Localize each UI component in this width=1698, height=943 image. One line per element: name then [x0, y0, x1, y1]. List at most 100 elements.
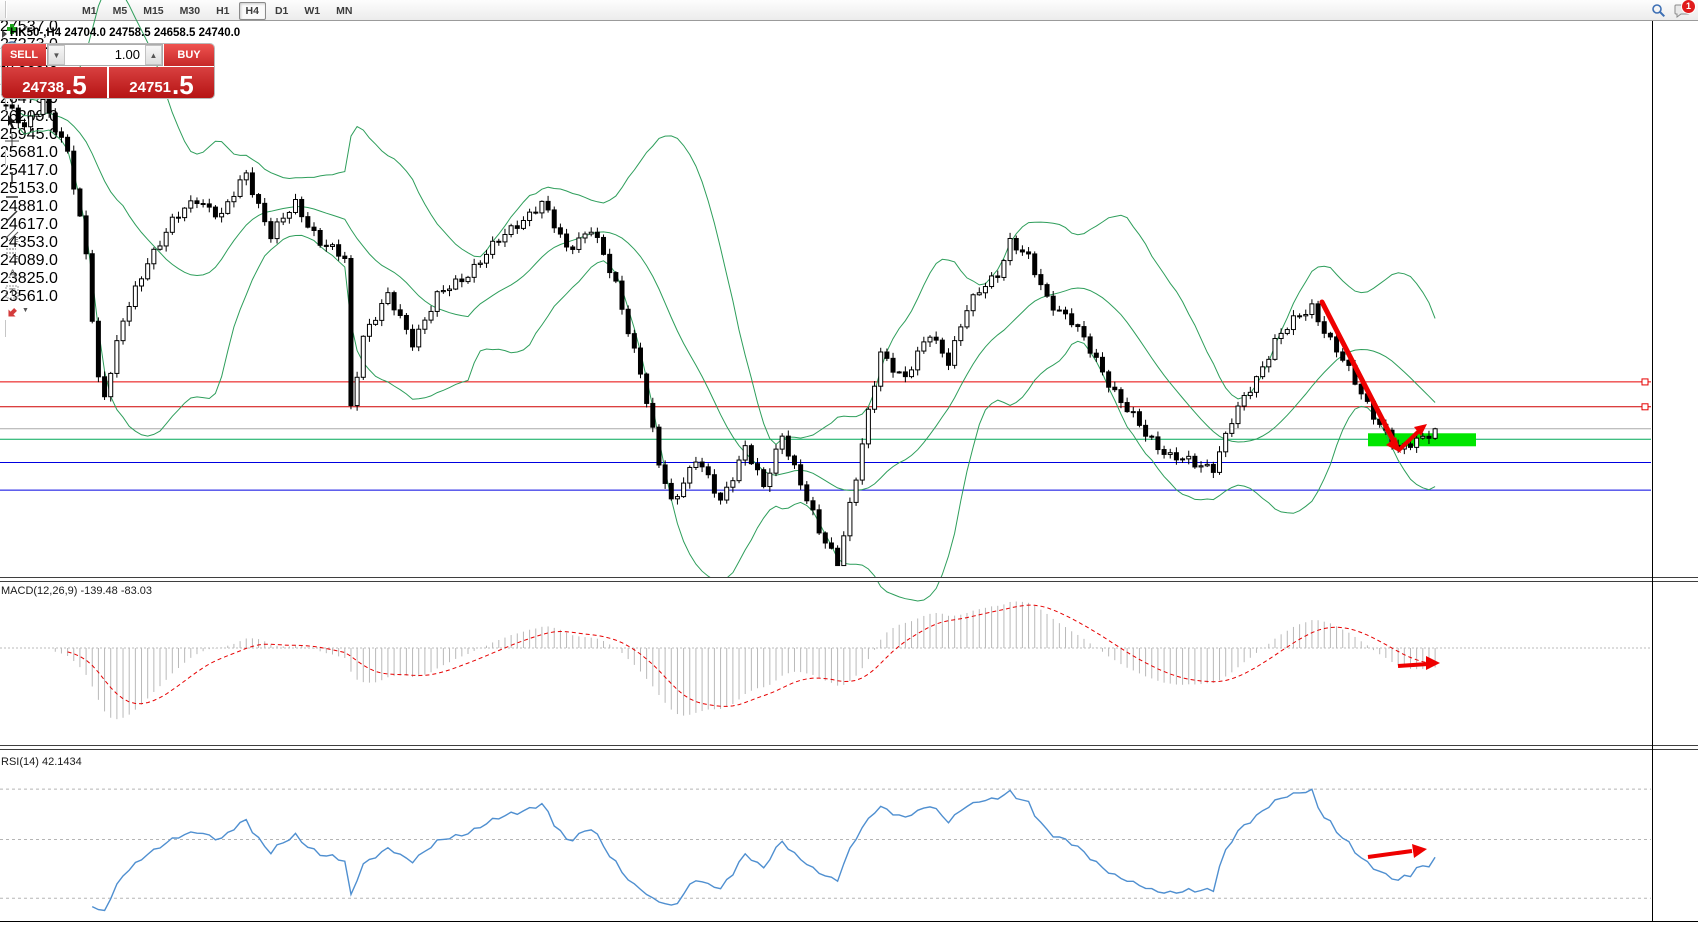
candle — [127, 306, 131, 321]
sell-price[interactable]: 24738.5 — [2, 67, 107, 98]
candle — [743, 446, 747, 460]
candle — [1144, 425, 1148, 436]
candle — [706, 467, 710, 475]
candle — [1205, 464, 1209, 465]
level-anchor — [1642, 379, 1648, 385]
candle — [1076, 325, 1080, 327]
candle — [294, 200, 298, 213]
candle — [4, 105, 8, 106]
candle — [103, 377, 107, 397]
candle — [1168, 453, 1172, 455]
candle — [1273, 338, 1277, 359]
buy-button[interactable]: BUY — [164, 44, 214, 66]
macd-label: MACD(12,26,9) -139.48 -83.03 — [1, 585, 152, 597]
candle — [349, 259, 353, 406]
buy-price-frac: .5 — [172, 74, 194, 96]
candle — [1131, 412, 1135, 413]
candle — [1248, 392, 1252, 395]
rsi-panel-separator[interactable] — [0, 745, 1698, 750]
candle — [540, 201, 544, 213]
candle — [423, 320, 427, 329]
candle — [232, 196, 236, 201]
candle — [638, 348, 642, 374]
candle — [72, 151, 76, 189]
candle — [971, 295, 975, 311]
chart-canvas[interactable] — [0, 0, 1698, 943]
candle — [577, 238, 581, 249]
chart-symbol-title: HK50-,H4 24704.0 24758.5 24658.5 24740.0 — [10, 27, 240, 39]
candle — [614, 273, 618, 282]
candle — [429, 311, 433, 320]
candle — [1322, 322, 1326, 334]
candle — [16, 108, 20, 123]
candle — [558, 228, 562, 234]
candle — [546, 201, 550, 210]
candle — [1020, 250, 1024, 252]
bollinger-lower — [18, 127, 1435, 601]
candle — [946, 353, 950, 365]
candle — [287, 212, 291, 218]
candle — [817, 510, 821, 533]
candle — [792, 456, 796, 465]
candle — [712, 475, 716, 493]
candle — [1187, 456, 1191, 459]
candle — [207, 204, 211, 207]
candle — [411, 329, 415, 347]
macd-arrow[interactable] — [1398, 664, 1428, 666]
candle — [1218, 452, 1222, 473]
candle — [768, 473, 772, 486]
candle — [632, 334, 636, 348]
rsi-arrow[interactable] — [1368, 851, 1412, 857]
buy-price[interactable]: 24751.5 — [109, 67, 214, 98]
candle — [1230, 424, 1234, 434]
candle — [491, 241, 495, 254]
candle — [737, 460, 741, 481]
candle — [1014, 238, 1018, 249]
candle — [965, 311, 969, 327]
candle — [675, 497, 679, 499]
candle — [386, 293, 390, 304]
candle — [312, 227, 316, 230]
candle — [398, 310, 402, 316]
candle — [934, 337, 938, 340]
candle — [220, 213, 224, 216]
macd-panel-separator[interactable] — [0, 577, 1698, 582]
candle — [1341, 352, 1345, 360]
candle — [940, 340, 944, 353]
buy-price-main: 24751 — [129, 79, 171, 96]
volume-decrease-button[interactable]: ▼ — [48, 45, 65, 65]
candle — [1150, 436, 1154, 437]
candle — [866, 409, 870, 444]
candle — [158, 246, 162, 249]
candle — [959, 327, 963, 341]
candle — [448, 289, 452, 290]
candle — [602, 237, 606, 254]
candle — [663, 465, 667, 483]
candle — [417, 329, 421, 347]
candle — [595, 232, 599, 237]
candle — [133, 286, 137, 306]
candle — [1162, 450, 1166, 455]
trend-arrow-down[interactable] — [1322, 302, 1394, 442]
candle — [337, 245, 341, 256]
price-axis-line — [1652, 21, 1653, 921]
candle — [879, 352, 883, 386]
candle — [1070, 314, 1074, 325]
candle — [1199, 466, 1203, 467]
sell-price-frac: .5 — [65, 74, 87, 96]
support-highlight-bar[interactable] — [1368, 433, 1476, 446]
candle — [725, 487, 729, 500]
volume-increase-button[interactable]: ▲ — [145, 45, 162, 65]
candle — [1008, 238, 1012, 260]
candle — [497, 241, 501, 242]
candle — [1279, 333, 1283, 338]
one-click-trading-panel: SELL ▼ 1.00 ▲ BUY 24738.5 24751.5 — [2, 44, 214, 98]
candle — [66, 137, 70, 151]
sell-button[interactable]: SELL — [2, 44, 46, 66]
volume-input[interactable]: 1.00 — [65, 45, 145, 65]
candle — [1051, 296, 1055, 310]
candle — [472, 264, 476, 277]
candle — [275, 222, 279, 239]
candle — [608, 254, 612, 272]
candle — [1002, 261, 1006, 278]
